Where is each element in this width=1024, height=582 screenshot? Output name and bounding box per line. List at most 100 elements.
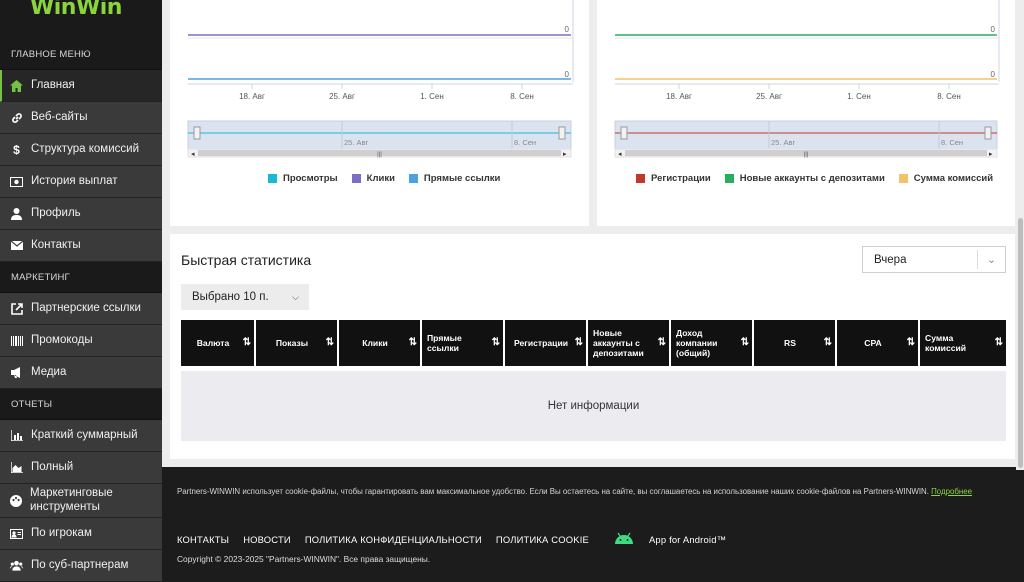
sort-icon[interactable]: ⇅ — [907, 337, 915, 349]
sidebar-item-barcode[interactable]: Промокоды — [0, 325, 162, 357]
table-column-header[interactable]: Клики ⇅ — [339, 320, 422, 366]
scroll-right-arrow-icon[interactable]: ▸ — [989, 151, 993, 158]
y-tick-label: 0 — [565, 25, 570, 34]
sidebar-item-palette[interactable]: Маркетинговые инструменты — [0, 484, 162, 518]
sidebar-item-area-chart[interactable]: Полный — [0, 452, 162, 484]
table-column-header[interactable]: Новые аккаунты с депозитами ⇅ — [588, 320, 671, 366]
column-header-label: Клики — [362, 337, 388, 348]
navigator-window[interactable] — [614, 120, 998, 150]
footer-link[interactable]: ПОЛИТИКА КОНФИДЕНЦИАЛЬНОСТИ — [305, 534, 482, 545]
column-header-label: Показы — [275, 337, 309, 348]
sort-icon[interactable]: ⇅ — [658, 337, 666, 349]
table-column-header[interactable]: Прямые ссылки ⇅ — [422, 320, 505, 366]
navigator-handle[interactable] — [193, 126, 201, 140]
sidebar-item-external-link[interactable]: Партнерские ссылки — [0, 293, 162, 325]
legend-item[interactable]: Сумма комиссий — [898, 173, 993, 184]
empty-message: Нет информации — [547, 400, 640, 412]
navigator-tick-label: 8. Сен — [514, 138, 536, 147]
sidebar-item-home[interactable]: Главная — [0, 70, 162, 102]
footer-link[interactable]: КОНТАКТЫ — [177, 534, 229, 545]
sort-icon[interactable]: ⇅ — [741, 337, 749, 349]
table-column-header[interactable]: Сумма комиссий ⇅ — [920, 320, 1006, 366]
column-header-label: CPA — [864, 337, 882, 348]
x-tick-label: 18. Авг — [666, 92, 692, 101]
chevron-down-icon: ⌵ — [292, 291, 299, 302]
sort-icon[interactable]: ⇅ — [409, 337, 417, 349]
sidebar-item-megaphone[interactable]: Медиа — [0, 357, 162, 389]
android-app-link[interactable]: App for Android™ — [613, 532, 726, 546]
sort-icon[interactable]: ⇅ — [326, 337, 334, 349]
sidebar-nav: ГЛАВНОЕ МЕНЮ Главная Веб-сайты $ Структура к… — [0, 39, 162, 582]
logo[interactable]: WinWin — [0, 0, 162, 39]
footer-link[interactable]: НОВОСТИ — [243, 534, 291, 545]
footer: Partners-WINWIN использует cookie-файлы,… — [162, 467, 1024, 582]
scroll-left-arrow-icon[interactable]: ◂ — [191, 151, 195, 158]
sort-icon[interactable]: ⇅ — [575, 337, 583, 349]
sort-icon[interactable]: ⇅ — [824, 337, 832, 349]
sidebar-item-label: Партнерские ссылки — [31, 301, 141, 314]
table-column-header[interactable]: Доход компании (общий) ⇅ — [671, 320, 754, 366]
sidebar-item-link[interactable]: Веб-сайты — [0, 102, 162, 134]
legend-item[interactable]: Новые аккаунты с депозитами — [724, 173, 885, 184]
legend-item[interactable]: Регистрации — [636, 173, 711, 184]
sidebar-item-bar-chart[interactable]: Краткий суммарный — [0, 420, 162, 452]
home-icon — [10, 79, 23, 92]
scroll-grip-icon: ||| — [377, 152, 382, 158]
legend-swatch — [408, 174, 418, 183]
column-header-label: Новые аккаунты с депозитами — [593, 327, 644, 359]
scroll-right-arrow-icon[interactable]: ▸ — [563, 151, 567, 158]
legend-label: Просмотры — [283, 173, 338, 184]
sidebar-item-label: История выплат — [31, 174, 118, 187]
sidebar-item-label: Краткий суммарный — [31, 428, 138, 441]
period-select[interactable]: Вчера ⌄ — [862, 246, 1006, 273]
sidebar-item-money[interactable]: История выплат — [0, 166, 162, 198]
legend-item[interactable]: Клики — [351, 173, 395, 184]
x-tick-label: 25. Авг — [329, 92, 355, 101]
legend-swatch — [351, 174, 361, 183]
x-tick-label: 8. Сен — [510, 92, 534, 101]
sidebar-item-user[interactable]: Профиль — [0, 198, 162, 230]
sidebar-item-id-card[interactable]: По игрокам — [0, 518, 162, 550]
table-column-header[interactable]: Регистрации ⇅ — [505, 320, 588, 366]
cookie-more-link[interactable]: Подробнее — [931, 487, 972, 496]
sidebar-item-envelope[interactable]: Контакты — [0, 230, 162, 262]
navigator-handle[interactable] — [558, 126, 566, 140]
navigator-handle[interactable] — [620, 126, 628, 140]
table-column-header[interactable]: Показы ⇅ — [256, 320, 339, 366]
sidebar-item-label: Структура комиссий — [31, 142, 139, 155]
column-header-label: Сумма комиссий — [925, 332, 967, 353]
table-column-header[interactable]: RS ⇅ — [754, 320, 837, 366]
legend-item[interactable]: Просмотры — [268, 173, 338, 184]
x-tick-label: 1. Сен — [420, 92, 444, 101]
sidebar: WinWin ГЛАВНОЕ МЕНЮ Главная Веб-сайты $ Стру… — [0, 0, 162, 582]
legend-item[interactable]: Прямые ссылки — [408, 173, 501, 184]
navigator-tick-label: 8. Сен — [941, 138, 963, 147]
legend-label: Новые аккаунты с депозитами — [739, 173, 885, 184]
sort-icon[interactable]: ⇅ — [492, 337, 500, 349]
link-icon — [10, 111, 23, 124]
user-icon — [10, 207, 23, 220]
table-column-header[interactable]: CPA ⇅ — [837, 320, 920, 366]
sidebar-item-label: Профиль — [31, 206, 81, 219]
scroll-left-arrow-icon[interactable]: ◂ — [618, 151, 622, 158]
logo-text: WinWin — [30, 0, 122, 20]
column-header-label: Регистрации — [513, 337, 569, 348]
sidebar-item-users[interactable]: По суб-партнерам — [0, 550, 162, 582]
navigator-handle[interactable] — [984, 126, 992, 140]
page-scrollbar[interactable] — [1016, 0, 1024, 470]
x-tick-label: 18. Авг — [239, 92, 265, 101]
sidebar-section-title: ОТЧЕТЫ — [0, 389, 162, 420]
page-scrollbar-thumb[interactable] — [1018, 218, 1023, 468]
columns-select-button[interactable]: Выбрано 10 п. ⌵ — [181, 284, 309, 310]
sort-icon[interactable]: ⇅ — [243, 337, 251, 349]
table-column-header[interactable]: Валюта ⇅ — [181, 320, 256, 366]
sort-icon[interactable]: ⇅ — [995, 337, 1003, 349]
footer-link[interactable]: ПОЛИТИКА COOKIE — [496, 534, 589, 545]
legend-label: Прямые ссылки — [423, 173, 501, 184]
traffic-chart-legend: Просмотры Клики Прямые ссылки — [268, 173, 500, 184]
column-header-label: Доход компании (общий) — [676, 327, 718, 359]
sidebar-item-dollar[interactable]: $ Структура комиссий — [0, 134, 162, 166]
legend-label: Клики — [366, 173, 395, 184]
barcode-icon — [10, 334, 23, 347]
sidebar-item-label: Промокоды — [31, 333, 93, 346]
